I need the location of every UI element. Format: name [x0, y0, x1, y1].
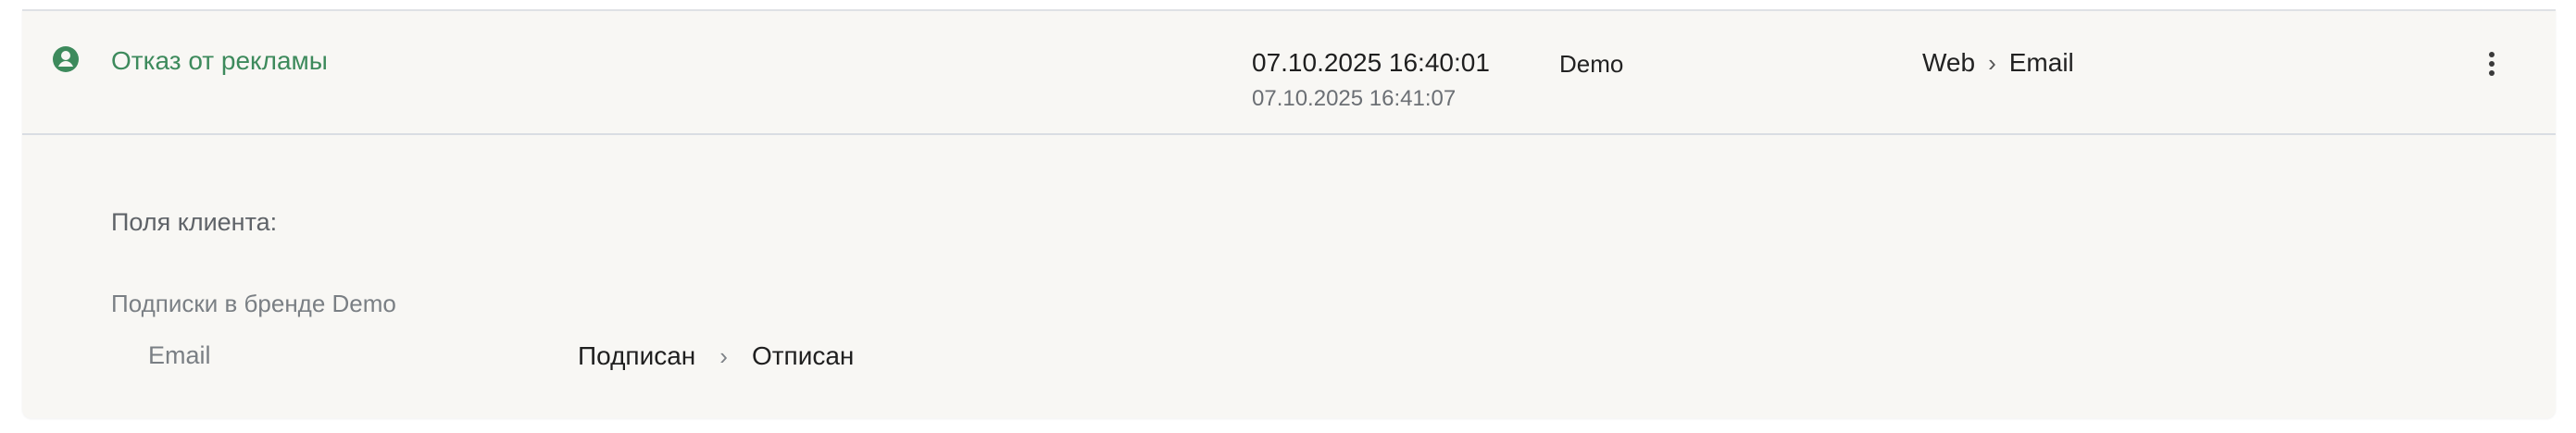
chevron-right-icon: ›	[1988, 49, 1996, 77]
chevron-right-icon: ›	[719, 342, 728, 370]
client-fields-title: Поля клиента:	[111, 208, 278, 236]
subscription-change: Подписан › Отписан	[578, 340, 854, 372]
event-name-link[interactable]: Отказ от рекламы	[111, 45, 328, 77]
user-circle-icon[interactable]	[52, 45, 80, 73]
subscriptions-title: Подписки в бренде Demo	[111, 290, 396, 317]
event-time: 07.10.2025 16:40:01	[1252, 48, 1490, 77]
subscription-to: Отписан	[751, 341, 855, 370]
event-received-time: 07.10.2025 16:41:07	[1252, 86, 1457, 111]
more-vertical-icon[interactable]	[2478, 48, 2506, 80]
subscription-from: Подписан	[578, 341, 696, 370]
event-card: Отказ от рекламы 07.10.2025 16:40:01 07.…	[22, 9, 2556, 418]
event-row[interactable]: Отказ от рекламы 07.10.2025 16:40:01 07.…	[22, 11, 2556, 135]
channel-route: Web › Email	[1922, 47, 2074, 79]
channel-from: Web	[1922, 48, 1976, 77]
channel-to: Email	[2008, 48, 2074, 77]
subscription-channel: Email	[148, 341, 211, 369]
brand-name: Demo	[1559, 50, 1624, 78]
